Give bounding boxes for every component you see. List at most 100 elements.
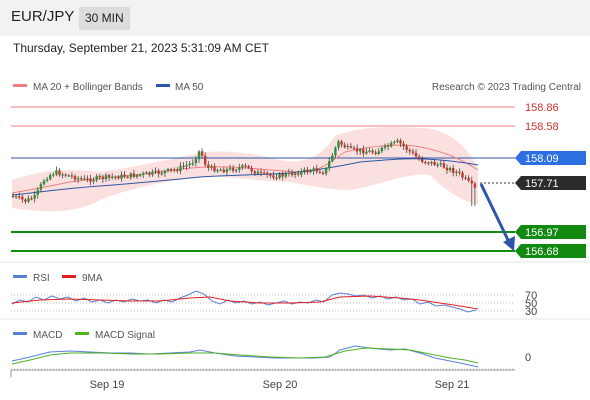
candle-body	[231, 167, 235, 171]
candle-body	[61, 174, 64, 176]
ma20-legend-swatch	[13, 84, 27, 87]
macd-label-0: 0	[525, 352, 531, 364]
candle-body	[352, 147, 356, 149]
candle-body	[396, 140, 399, 142]
candle-body	[331, 155, 334, 162]
candle-body	[154, 170, 157, 172]
price-tag-158-86-text: 158.86	[525, 102, 559, 114]
candle-body	[169, 169, 173, 171]
macd-panel: MACD MACD Signal 0	[11, 330, 531, 370]
candle-body	[377, 151, 380, 154]
candle-body	[275, 177, 278, 179]
candle-body	[80, 178, 83, 180]
price-chart: MA 20 + Bollinger Bands MA 50 Research ©…	[0, 82, 590, 391]
candle-body	[145, 172, 148, 174]
candle-body	[346, 146, 349, 148]
candle-body	[191, 163, 194, 165]
rsi-ma-legend-swatch	[62, 275, 76, 278]
credit-label: Research © 2023 Trading Central	[432, 82, 581, 93]
candle-body	[386, 145, 390, 147]
candle-body	[107, 175, 111, 177]
candle-body	[49, 175, 52, 180]
candle-body	[244, 165, 247, 167]
price-tag-158-58-text: 158.58	[525, 121, 559, 133]
candle-body	[262, 172, 266, 174]
candle-body	[204, 155, 207, 165]
candle-body	[67, 175, 70, 177]
candle-body	[188, 163, 191, 166]
price-tag-156-97: 156.97	[515, 225, 586, 239]
candle-body	[98, 176, 101, 178]
candle-body	[120, 174, 123, 179]
candle-body	[445, 167, 449, 171]
candle-body	[228, 167, 232, 170]
candle-body	[337, 141, 340, 148]
candle-body	[142, 173, 145, 175]
candle-body	[55, 170, 58, 175]
candle-body	[21, 196, 24, 200]
candle-body	[368, 150, 371, 152]
candle-body	[421, 159, 424, 162]
candle-body	[173, 169, 176, 171]
candle-body	[293, 173, 297, 176]
candle-body	[73, 176, 77, 180]
candle-body	[39, 184, 43, 190]
candle-body	[297, 173, 300, 175]
candle-body	[256, 171, 260, 174]
candle-body	[436, 164, 439, 166]
candle-body	[166, 169, 170, 171]
forecast-arrow	[479, 183, 515, 251]
candle-body	[439, 163, 442, 165]
candle-body	[222, 169, 225, 173]
candle-body	[414, 152, 418, 157]
candle-body	[151, 171, 154, 175]
candle-body	[132, 173, 136, 177]
candle-body	[42, 180, 46, 185]
candle-body	[160, 173, 163, 175]
candle-body	[464, 177, 467, 179]
candle-body	[216, 170, 219, 172]
price-tag-156-68: 156.68	[515, 244, 586, 258]
candle-body	[179, 165, 182, 172]
candle-body	[272, 175, 275, 178]
candle-body	[300, 171, 303, 175]
macd-legend-swatch	[13, 332, 27, 335]
price-tag-158-58: 158.58	[525, 121, 559, 133]
candle-body	[383, 145, 387, 148]
candle-body	[309, 171, 312, 173]
price-tag-158-09-text: 158.09	[525, 153, 559, 165]
candle-body	[427, 162, 430, 164]
candle-body	[36, 189, 39, 195]
candle-body	[266, 172, 269, 175]
macd-legend-label: MACD	[33, 330, 62, 341]
candle-body	[247, 165, 250, 168]
candle-body	[70, 175, 74, 177]
candle-body	[259, 171, 263, 173]
candle-body	[114, 176, 117, 178]
candle-body	[402, 143, 405, 147]
x-tick-sep19: Sep 19	[90, 379, 125, 391]
candle-body	[455, 171, 458, 173]
candle-body	[334, 147, 337, 156]
candle-body	[390, 142, 393, 147]
candle-body	[359, 149, 362, 152]
candle-body	[58, 170, 61, 176]
candle-body	[250, 167, 253, 172]
candle-body	[123, 174, 126, 177]
candle-body	[269, 174, 272, 176]
candle-body	[374, 152, 377, 154]
candle-body	[473, 183, 477, 188]
candle-body	[448, 167, 452, 171]
rsi-label-30: 30	[525, 306, 537, 318]
candle-body	[405, 146, 408, 150]
candle-body	[225, 169, 229, 173]
candle-body	[18, 196, 21, 198]
price-tag-158-86: 158.86	[525, 102, 559, 114]
rsi-legend-label: RSI	[33, 273, 50, 284]
candle-body	[461, 172, 464, 178]
candle-body	[213, 166, 216, 172]
candle-body	[393, 141, 396, 144]
candle-body	[207, 164, 210, 168]
candle-body	[89, 178, 92, 182]
candle-body	[157, 170, 160, 174]
